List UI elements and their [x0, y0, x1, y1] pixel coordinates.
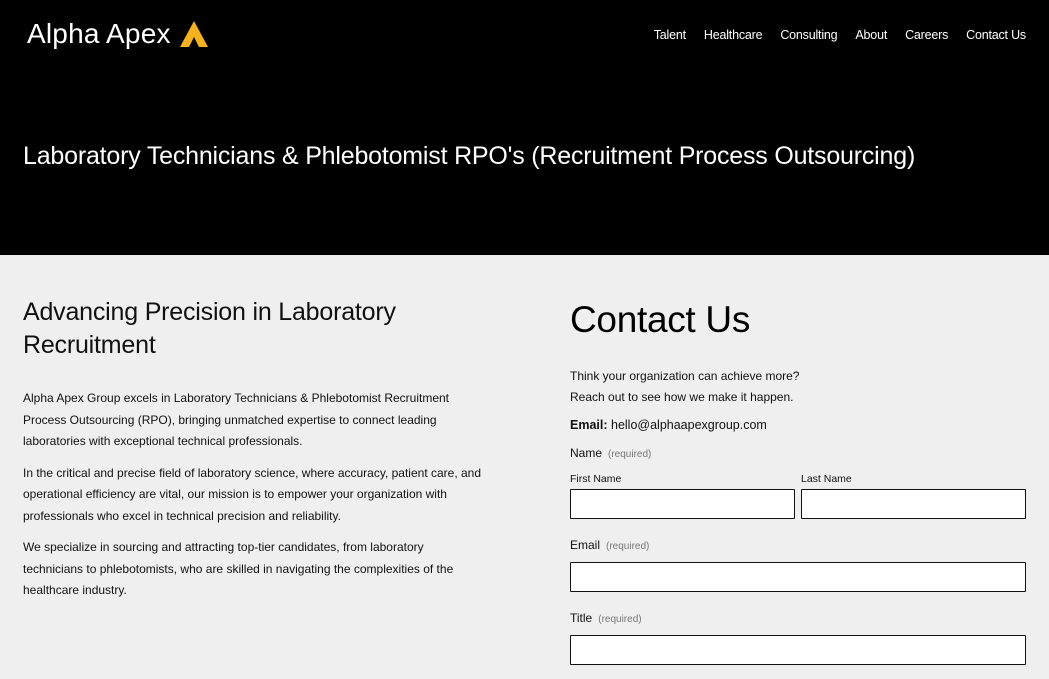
apex-triangle-icon	[179, 21, 208, 47]
nav-item-talent[interactable]: Talent	[654, 28, 686, 42]
intro-paragraph-3: We specialize in sourcing and attracting…	[23, 540, 454, 597]
email-required-hint: (required)	[606, 541, 650, 552]
contact-email-value[interactable]: hello@alphaapexgroup.com	[611, 418, 767, 432]
email-field-label: Email	[570, 538, 601, 552]
title-required-hint: (required)	[598, 614, 642, 625]
contact-email: Email: hello@alphaapexgroup.com	[570, 418, 1026, 432]
nav-item-healthcare[interactable]: Healthcare	[704, 28, 763, 42]
nav-item-careers[interactable]: Careers	[905, 28, 948, 42]
nav-item-contact-us[interactable]: Contact Us	[966, 28, 1026, 42]
intro-section: Advancing Precision in Laboratory Recrui…	[23, 296, 483, 612]
contact-intro-line-2: Reach out to see how we make it happen.	[570, 390, 794, 404]
name-required-hint: (required)	[608, 449, 652, 460]
intro-paragraph-2: In the critical and precise field of lab…	[23, 465, 482, 523]
site-logo[interactable]: Alpha Apex	[27, 18, 209, 50]
last-name-label: Last Name	[801, 473, 852, 485]
section-heading: Advancing Precision in Laboratory Recrui…	[23, 298, 396, 359]
logo-text: Alpha Apex	[27, 18, 171, 49]
name-field-group: Name (required) First Name Last Name	[570, 444, 1026, 519]
title-field-group: Title (required)	[570, 609, 1026, 665]
page-title: Laboratory Technicians & Phlebotomist RP…	[23, 142, 916, 170]
name-label: Name	[570, 446, 603, 460]
title-field-label: Title	[570, 611, 593, 625]
main-nav: Talent Healthcare Consulting About Caree…	[636, 28, 1026, 42]
last-name-input[interactable]	[801, 489, 1026, 519]
nav-item-about[interactable]: About	[855, 28, 887, 42]
nav-item-consulting[interactable]: Consulting	[780, 28, 837, 42]
contact-intro-line-1: Think your organization can achieve more…	[570, 369, 800, 383]
contact-email-label: Email:	[570, 418, 608, 432]
email-field-group: Email (required)	[570, 536, 1026, 592]
first-name-label: First Name	[570, 473, 622, 485]
hero-section: Alpha Apex Talent Healthcare Consulting …	[0, 0, 1049, 255]
title-input[interactable]	[570, 635, 1026, 665]
first-name-input[interactable]	[570, 489, 795, 519]
intro-paragraph-1: Alpha Apex Group excels in Laboratory Te…	[23, 391, 450, 448]
contact-title: Contact Us	[570, 299, 751, 340]
contact-intro: Think your organization can achieve more…	[570, 366, 1026, 408]
email-input[interactable]	[570, 562, 1026, 592]
contact-form: Name (required) First Name Last Name Emai…	[570, 444, 1026, 665]
contact-section: Contact Us Think your organization can a…	[570, 298, 1026, 665]
